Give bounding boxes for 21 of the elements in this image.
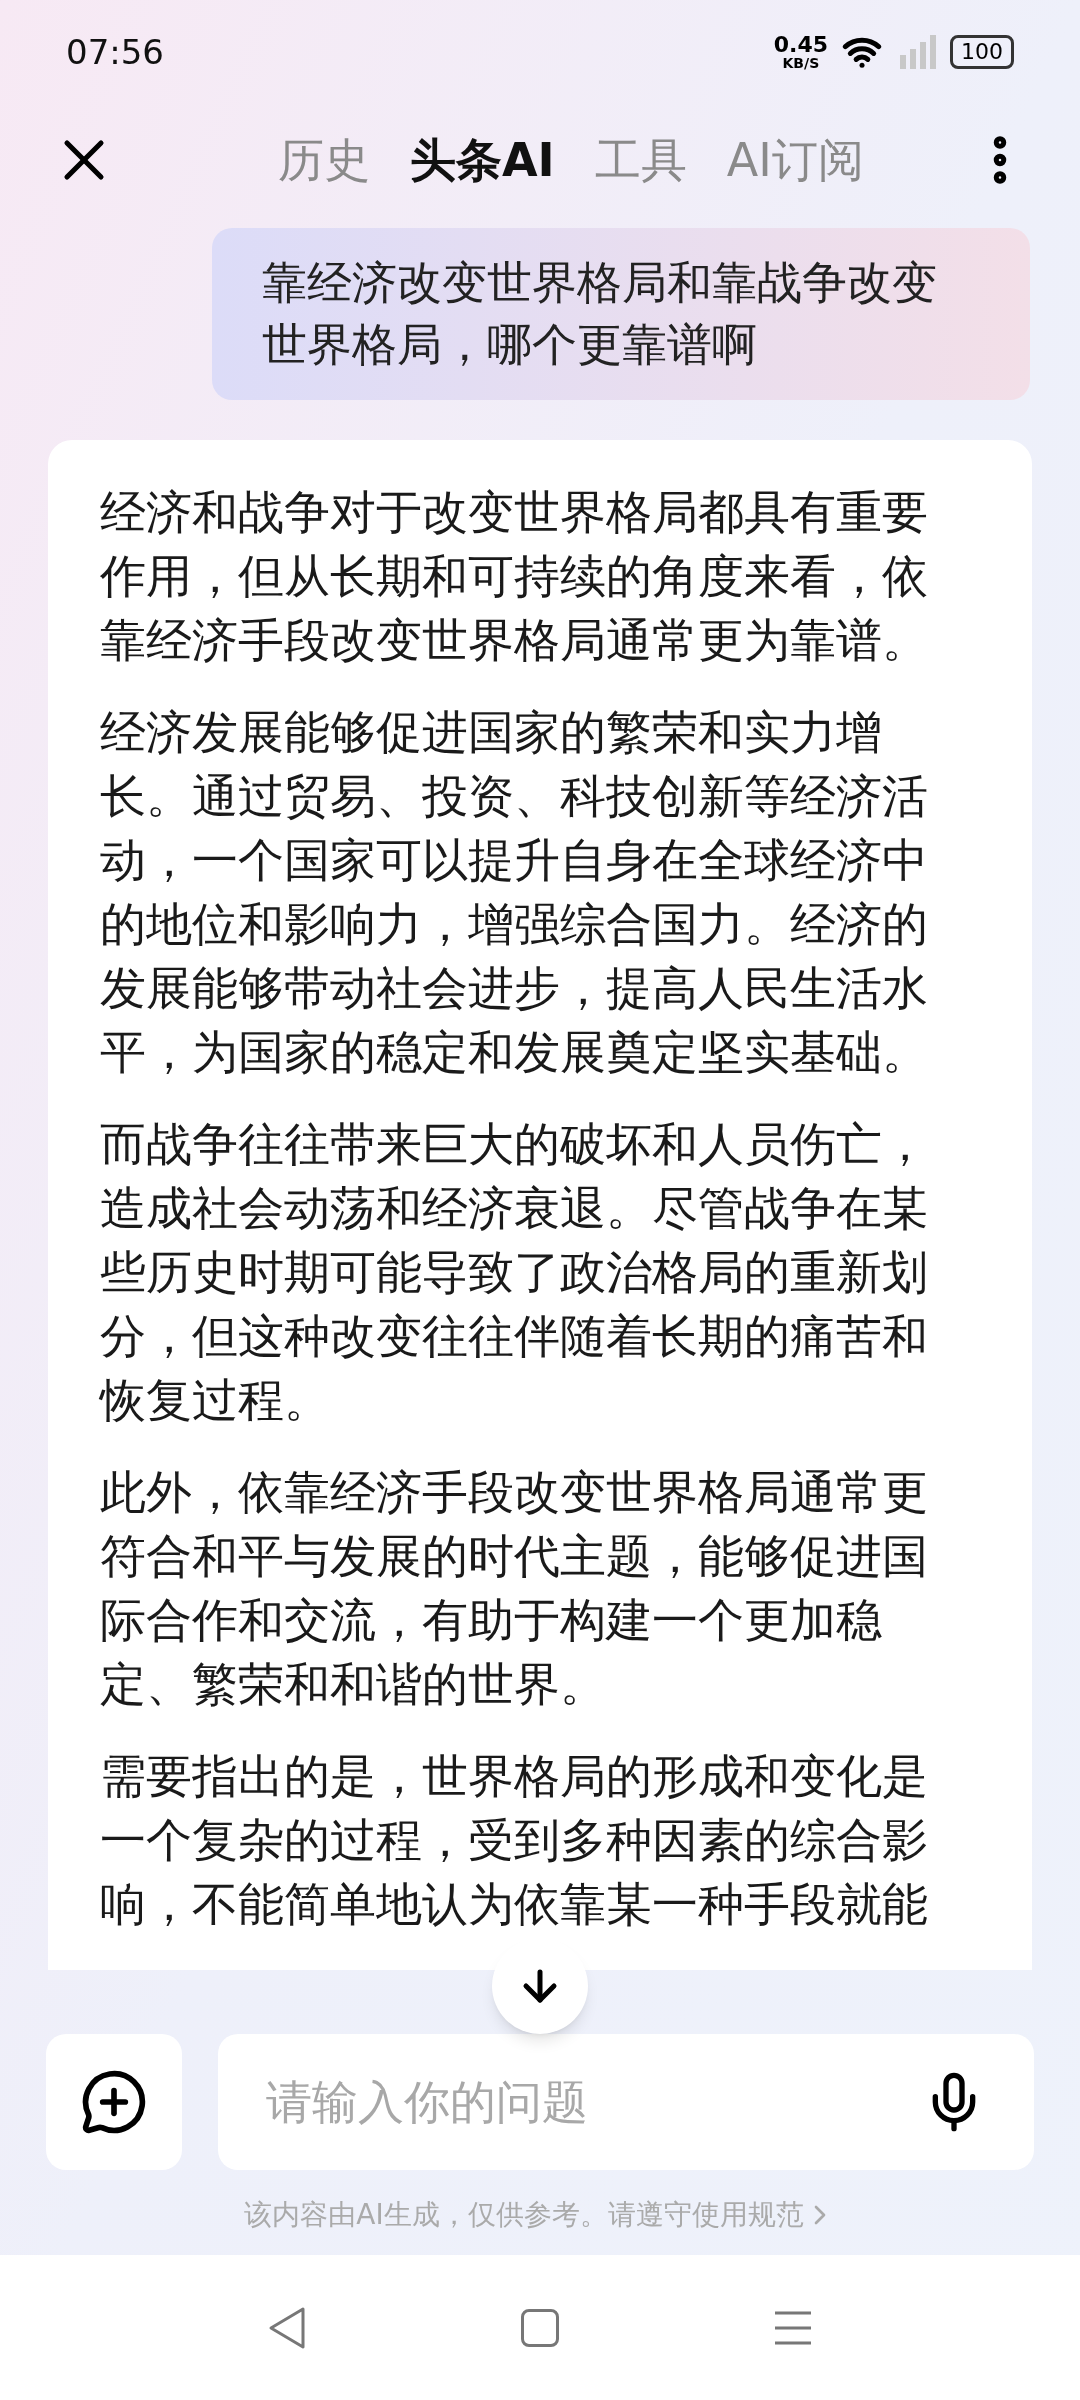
- tab[interactable]: 历史: [278, 125, 370, 195]
- answer-paragraph: 经济发展能够促进国家的繁荣和实力增长。通过贸易、投资、科技创新等经济活动，一个国家可以提升自身在全球经济中的地位和影响力，增强综合国力。经济的发展能够带动社会进步，提高人民生活水平，为国家的稳定和发展奠定坚实基础。: [100, 704, 929, 1081]
- question-input-field[interactable]: 请输入你的问题: [266, 2067, 922, 2137]
- tab[interactable]: 头条AI: [410, 125, 555, 195]
- menu-icon[interactable]: [773, 2309, 813, 2346]
- question-input[interactable]: 请输入你的问题: [218, 2034, 1034, 2170]
- answer-paragraph: 经济和战争对于改变世界格局都具有重要作用，但从长期和可持续的角度来看，依靠经济手段改变世界格局通常更为靠谱。: [100, 484, 929, 669]
- tab[interactable]: AI订阅: [726, 125, 864, 195]
- chat-plus-icon: [80, 2068, 148, 2136]
- disclaimer-link[interactable]: 该内容由AI生成，仅供参考。请遵守使用规范: [244, 2194, 836, 2236]
- network-speed-unit: KB/S: [782, 56, 820, 70]
- answer-paragraph: 需要指出的是，世界格局的形成和变化是一个复杂的过程，受到多种因素的综合影响，不能简单地认为依靠某一种手段就能: [100, 1748, 929, 1933]
- new-chat-button[interactable]: [46, 2034, 182, 2170]
- answer-paragraph: 此外，依靠经济手段改变世界格局通常更符合和平与发展的时代主题，能够促进国际合作和交流，有助于构建一个更加稳定、繁荣和和谐的世界。: [100, 1464, 929, 1713]
- network-speed: 0.45: [773, 34, 828, 56]
- battery-indicator: 100: [950, 35, 1014, 69]
- question-bubble: 靠经济改变世界格局和靠战争改变世界格局，哪个更靠谱啊: [212, 228, 1030, 400]
- tab[interactable]: 工具: [594, 125, 687, 195]
- answer-paragraph: 而战争往往带来巨大的破坏和人员伤亡，造成社会动荡和经济衰退。尽管战争在某些历史时期可能导致了政治格局的重新划分，但这种改变往往伴随着长期的痛苦和恢复过程。: [100, 1116, 929, 1429]
- home-icon[interactable]: [521, 2308, 559, 2347]
- status-time: 07:56: [66, 30, 164, 74]
